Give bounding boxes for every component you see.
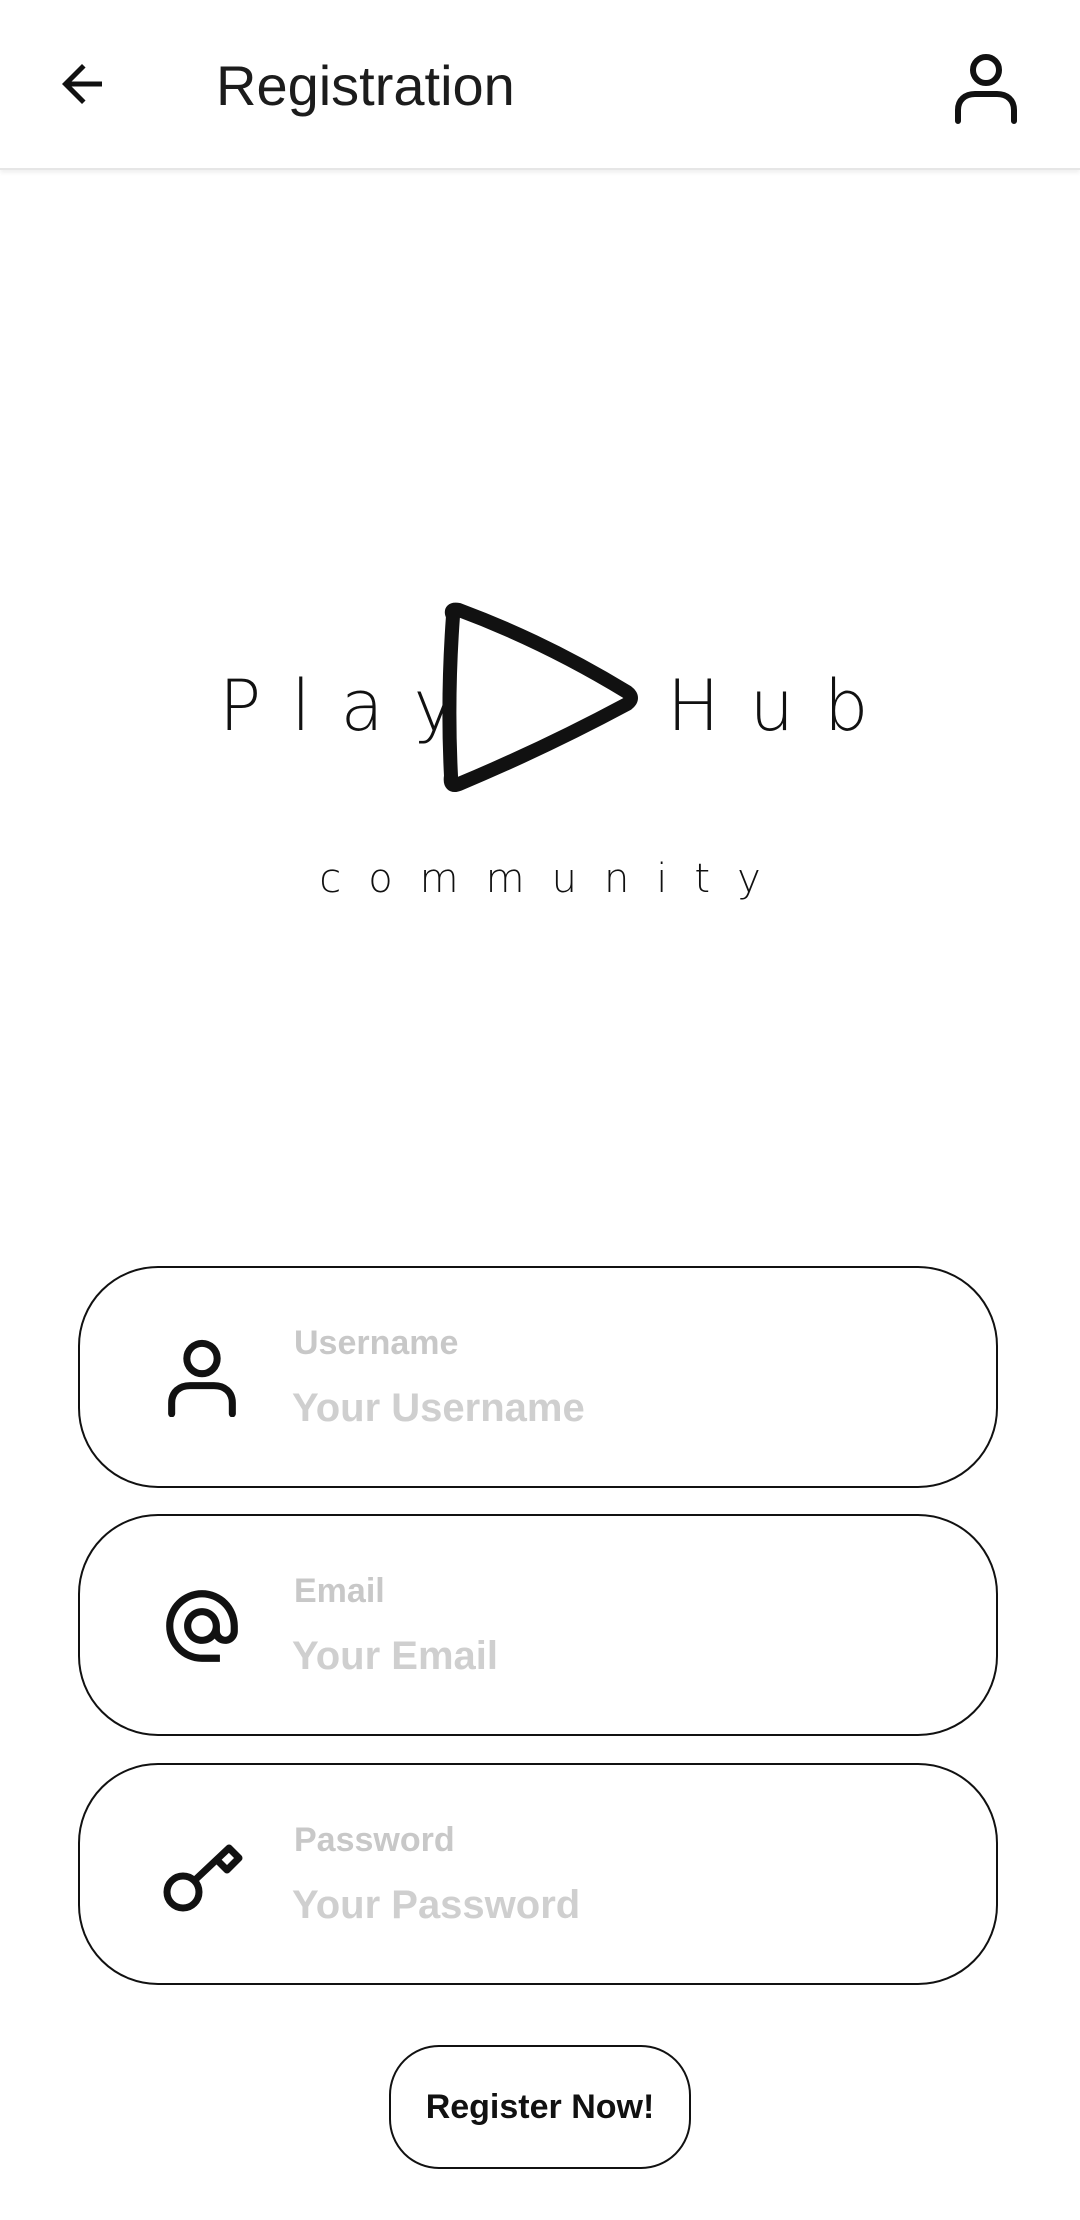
username-field-icon — [154, 1330, 250, 1426]
person-icon — [955, 54, 1017, 124]
playhub-logo: Play Hub community — [0, 580, 1080, 940]
username-label: Username — [294, 1324, 459, 1362]
back-button[interactable] — [42, 44, 122, 124]
logo-word-hub: Hub — [667, 665, 875, 747]
username-input[interactable] — [292, 1378, 932, 1438]
password-label: Password — [294, 1821, 455, 1859]
playhub-wordmark: Play Hub — [219, 602, 875, 792]
email-label: Email — [294, 1572, 385, 1610]
password-field-icon — [154, 1827, 250, 1923]
at-sign-icon — [166, 1590, 238, 1662]
arrow-back-icon — [62, 64, 102, 104]
page-title: Registration — [216, 54, 515, 117]
email-input[interactable] — [292, 1626, 932, 1686]
password-input[interactable] — [292, 1875, 932, 1935]
profile-button[interactable] — [942, 44, 1030, 132]
register-button[interactable]: Register Now! — [389, 2045, 691, 2169]
password-field[interactable]: Password — [78, 1763, 998, 1985]
person-icon — [168, 1339, 236, 1417]
username-field[interactable]: Username — [78, 1266, 998, 1488]
top-app-bar: Registration — [0, 0, 1080, 170]
logo-subtitle: community — [319, 856, 788, 902]
email-field[interactable]: Email — [78, 1514, 998, 1736]
email-field-icon — [154, 1578, 250, 1674]
key-icon — [163, 1844, 243, 1912]
